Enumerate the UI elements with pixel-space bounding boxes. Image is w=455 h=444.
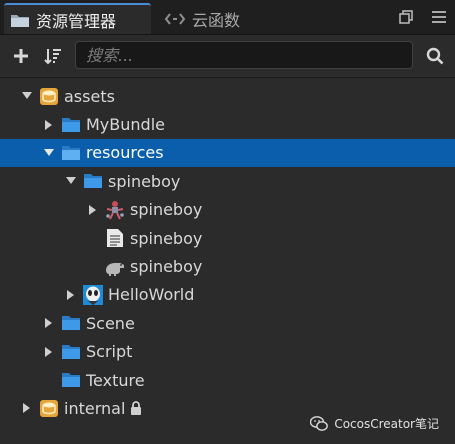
tree-item-label: Texture [86,370,145,390]
folder-icon [82,171,104,191]
tree-item-scene[interactable]: Scene [0,309,455,337]
tab-label: 资源管理器 [36,11,117,31]
watermark-text: CocosCreator笔记 [334,417,439,431]
chevron-down-icon[interactable] [20,89,34,103]
tree-item-label: HelloWorld [108,285,195,305]
tree-item-label: spineboy [130,257,203,277]
watermark: CocosCreator笔记 [310,415,439,432]
tree-item-spineboy-folder[interactable]: spineboy [0,167,455,195]
tree-item-texture[interactable]: Texture [0,366,455,394]
tab-bar: 资源管理器 云函数 [0,0,455,35]
image-thumb-icon [82,284,104,305]
search-icon[interactable] [424,45,446,67]
toolbar [0,35,455,78]
spine-skeleton-icon [104,200,126,220]
tree-item-label: assets [64,86,115,106]
maximize-icon[interactable] [397,8,415,26]
tree-item-script[interactable]: Script [0,338,455,366]
db-icon [38,398,60,418]
tree-item-mybundle[interactable]: MyBundle [0,110,455,138]
tab-label: 云函数 [192,10,241,30]
chevron-down-icon[interactable] [64,174,78,188]
folder-icon [60,115,82,135]
folder-icon [60,370,82,390]
menu-icon[interactable] [430,8,448,26]
search-input[interactable] [75,41,413,69]
folder-icon [10,12,30,28]
tree-item-assets[interactable]: assets [0,82,455,110]
sort-icon[interactable] [42,45,64,67]
chevron-right-icon[interactable] [64,288,78,302]
chevron-right-icon[interactable] [86,203,100,217]
folder-icon [60,313,82,333]
tree-item-label: spineboy [130,228,203,248]
lock-icon [130,401,142,416]
chevron-right-icon[interactable] [20,401,34,415]
chevron-right-icon[interactable] [42,316,56,330]
tab-assets[interactable]: 资源管理器 [4,3,151,34]
db-icon [38,86,60,106]
tree-item-label: internal [64,398,126,418]
dino-icon [104,257,126,277]
tree-item-label: MyBundle [86,115,165,135]
wechat-icon [310,415,329,432]
tab-cloud-functions[interactable]: 云函数 [164,3,240,34]
tree-item-label: Script [86,342,133,362]
tree-item-label: spineboy [108,171,181,191]
document-icon [104,228,126,248]
tree-item-label: resources [86,143,164,163]
tree-item-spineboy-skeleton[interactable]: spineboy [0,196,455,224]
folder-icon [60,342,82,362]
tree-item-spineboy-atlas[interactable]: spineboy [0,252,455,280]
tree-item-spineboy-json[interactable]: spineboy [0,224,455,252]
folder-icon [60,143,82,163]
tree-item-label: spineboy [130,200,203,220]
chevron-right-icon[interactable] [42,345,56,359]
chevron-down-icon[interactable] [42,146,56,160]
tree-item-helloworld[interactable]: HelloWorld [0,281,455,309]
tree-item-label: Scene [86,313,135,333]
tree-item-resources[interactable]: resources [0,138,455,168]
plus-icon[interactable] [10,45,32,67]
link-icon [164,12,186,26]
asset-tree: assets MyBundle resources spineboy spine… [0,82,455,423]
chevron-right-icon[interactable] [42,118,56,132]
